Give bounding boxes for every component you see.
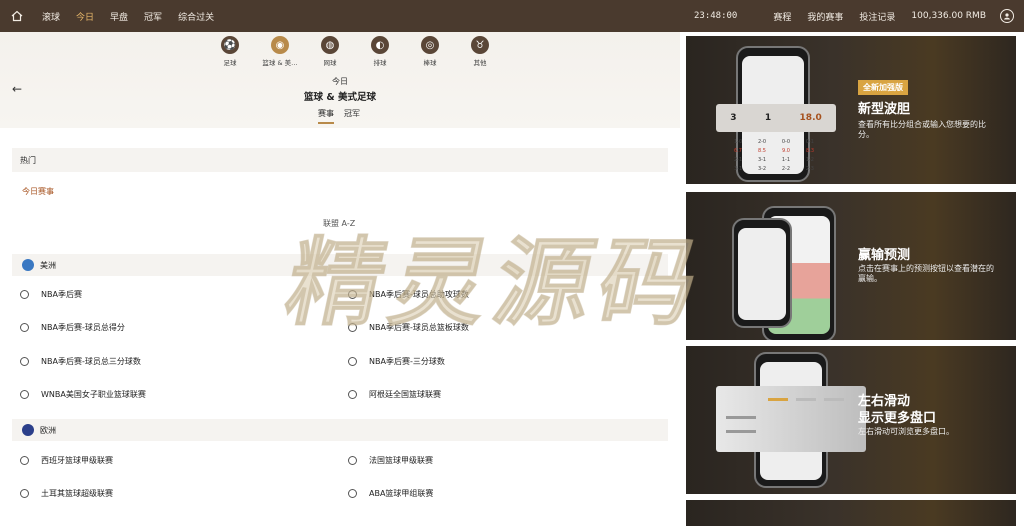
- nav-inplay[interactable]: 滚球: [34, 10, 68, 23]
- link-my-events[interactable]: 我的赛事: [799, 10, 851, 23]
- radio-icon: [348, 456, 357, 465]
- radio-icon: [20, 489, 29, 498]
- nav-outright[interactable]: 冠军: [136, 10, 170, 23]
- league-item[interactable]: NBA季后赛-球员总篮板球数: [348, 322, 469, 333]
- promo-title: 赢输预测: [858, 248, 911, 263]
- league-item[interactable]: NBA季后赛-球员总三分球数: [20, 356, 141, 367]
- league-item[interactable]: NBA季后赛-三分球数: [348, 356, 445, 367]
- sport-basketball[interactable]: ◉ 篮球 & 美…: [255, 36, 305, 67]
- radio-icon: [20, 323, 29, 332]
- radio-icon: [20, 456, 29, 465]
- today-matches-link[interactable]: 今日赛事: [22, 186, 54, 197]
- score-card: 3 1 18.0: [716, 104, 836, 132]
- league-item[interactable]: 西班牙篮球甲级联赛: [20, 455, 113, 466]
- sport-title: 篮球 & 美式足球: [304, 92, 376, 103]
- region-europe[interactable]: 欧洲: [12, 419, 668, 441]
- tennis-icon: ◍: [321, 36, 339, 54]
- league-item[interactable]: WNBA美国女子职业篮球联赛: [20, 389, 146, 400]
- league-az-heading: 联盟 A-Z: [323, 219, 356, 228]
- sport-other[interactable]: ♉ 其他: [455, 36, 505, 67]
- radio-icon: [20, 357, 29, 366]
- eu-flag-icon: [22, 424, 34, 436]
- radio-icon: [348, 290, 357, 299]
- balance: 100,336.00 RMB: [911, 11, 986, 21]
- home-icon[interactable]: [0, 10, 34, 22]
- radio-icon: [348, 323, 357, 332]
- sports-header: ⚽ 足球 ◉ 篮球 & 美… ◍ 网球 ◐ 排球 ◎ 棒球 ♉ 其他 ← 今日 …: [0, 32, 680, 128]
- sport-soccer[interactable]: ⚽ 足球: [205, 36, 255, 67]
- tab-matches[interactable]: 赛事: [318, 108, 334, 124]
- promo-desc: 左右滑动可浏览更多盘口。: [858, 427, 954, 436]
- league-item[interactable]: NBA季后赛: [20, 289, 82, 300]
- nav-early[interactable]: 早盘: [102, 10, 136, 23]
- league-item[interactable]: 法国篮球甲级联赛: [348, 455, 433, 466]
- radio-icon: [348, 489, 357, 498]
- volleyball-icon: ◐: [371, 36, 389, 54]
- score-grid: 1-0 2-0 0-0 0-1 6.7 8.5 9.0 8.3 2-1 3-1 1-1 1-2 3…: [734, 139, 814, 172]
- league-item[interactable]: ABA篮球甲组联赛: [348, 488, 433, 499]
- swipe-card: [716, 386, 866, 452]
- promo-win-loss-predict[interactable]: 赢输预测 点击在赛事上的预测按钮以查看潜在的赢输。: [686, 192, 1016, 340]
- day-label: 今日: [332, 77, 348, 86]
- phone-illustration: [732, 218, 792, 328]
- sport-baseball[interactable]: ◎ 棒球: [405, 36, 455, 67]
- main-nav: 滚球 今日 早盘 冠军 综合过关: [34, 10, 222, 23]
- promo-desc: 点击在赛事上的预测按钮以查看潜在的赢输。: [858, 264, 994, 283]
- radio-icon: [348, 357, 357, 366]
- sub-tabs: 赛事 冠军: [318, 108, 360, 124]
- hot-section[interactable]: 热门: [12, 148, 668, 172]
- league-item[interactable]: 土耳其篮球超级联赛: [20, 488, 113, 499]
- page-title: 今日 篮球 & 美式足球: [0, 76, 680, 103]
- promo-title-line2: 显示更多盘口: [858, 411, 937, 426]
- radio-icon: [348, 390, 357, 399]
- soccer-icon: ⚽: [221, 36, 239, 54]
- promo-column: 3 1 18.0 1-0 2-0 0-0 0-1 6.7 8.5 9.0 8.3 2-1 3-…: [680, 32, 1024, 526]
- main-panel: ⚽ 足球 ◉ 篮球 & 美… ◍ 网球 ◐ 排球 ◎ 棒球 ♉ 其他 ← 今日 …: [0, 32, 680, 526]
- promo-title: 新型波胆: [858, 102, 911, 117]
- link-bet-history[interactable]: 投注记录: [851, 10, 903, 23]
- sport-selector: ⚽ 足球 ◉ 篮球 & 美… ◍ 网球 ◐ 排球 ◎ 棒球 ♉ 其他: [205, 36, 505, 67]
- promo-correct-score[interactable]: 3 1 18.0 1-0 2-0 0-0 0-1 6.7 8.5 9.0 8.3 2-1 3-…: [686, 36, 1016, 184]
- globe-icon: [22, 259, 34, 271]
- promo-desc: 查看所有比分组合或输入您想要的比分。: [858, 120, 986, 139]
- promo-partial[interactable]: [686, 500, 1016, 526]
- radio-icon: [20, 390, 29, 399]
- top-right: 23:48:00 赛程 我的赛事 投注记录 100,336.00 RMB: [686, 9, 1024, 23]
- sport-volleyball[interactable]: ◐ 排球: [355, 36, 405, 67]
- league-list: 热门 今日赛事 联盟 A-Z 美洲 NBA季后赛 NBA季后赛-球员总助攻球数 …: [0, 128, 680, 526]
- clock: 23:48:00: [694, 11, 738, 21]
- league-item[interactable]: NBA季后赛-球员总助攻球数: [348, 289, 469, 300]
- radio-icon: [20, 290, 29, 299]
- new-badge: 全新加强版: [858, 80, 908, 95]
- region-americas[interactable]: 美洲: [12, 254, 668, 276]
- top-nav-bar: 滚球 今日 早盘 冠军 综合过关 23:48:00 赛程 我的赛事 投注记录 1…: [0, 0, 1024, 32]
- tab-outrights[interactable]: 冠军: [344, 108, 360, 124]
- link-schedule[interactable]: 赛程: [765, 10, 799, 23]
- basketball-icon: ◉: [271, 36, 289, 54]
- promo-swipe-markets[interactable]: 左右滑动 显示更多盘口 左右滑动可浏览更多盘口。: [686, 346, 1016, 494]
- nav-today[interactable]: 今日: [68, 10, 102, 23]
- league-item[interactable]: 阿根廷全国篮球联赛: [348, 389, 441, 400]
- nav-parlay[interactable]: 综合过关: [170, 10, 222, 23]
- other-sports-icon: ♉: [471, 36, 489, 54]
- sport-tennis[interactable]: ◍ 网球: [305, 36, 355, 67]
- league-item[interactable]: NBA季后赛-球员总得分: [20, 322, 125, 333]
- baseball-icon: ◎: [421, 36, 439, 54]
- user-icon[interactable]: [1000, 9, 1014, 23]
